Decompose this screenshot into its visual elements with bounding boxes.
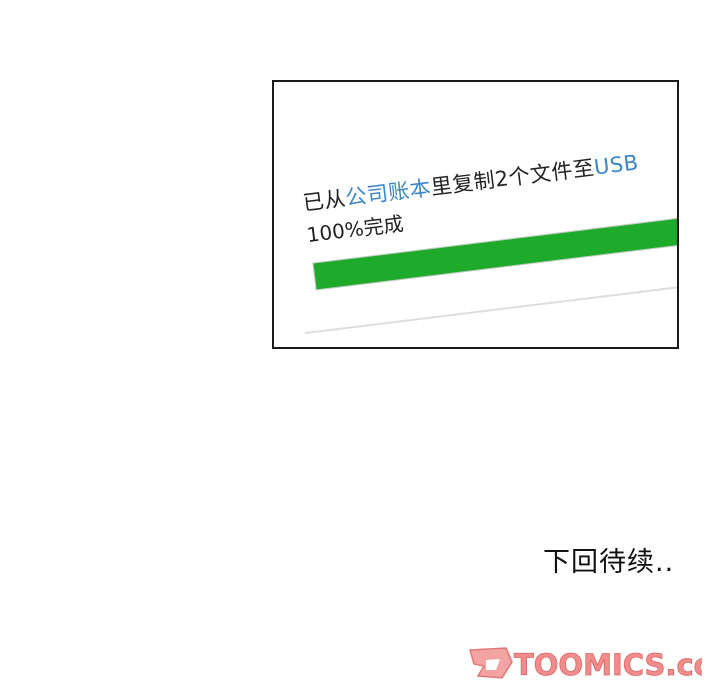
destination-link[interactable]: USB bbox=[593, 150, 640, 179]
watermark-brand-text: TOOMICS.com bbox=[514, 648, 702, 682]
to-be-continued-text: 下回待续.. bbox=[543, 547, 675, 578]
copy-status-message: 已从公司账本里复制2个文件至USB bbox=[301, 146, 640, 217]
source-link[interactable]: 公司账本 bbox=[344, 176, 432, 210]
comic-panel: 已从公司账本里复制2个文件至USB 100%完成 bbox=[272, 80, 679, 349]
toomics-logo-icon: TOOMICS.com bbox=[469, 647, 702, 682]
message-middle: 里复制2个文件至 bbox=[429, 155, 596, 200]
message-prefix: 已从 bbox=[301, 186, 348, 216]
copy-progress-dialog: 已从公司账本里复制2个文件至USB 100%完成 bbox=[274, 82, 677, 347]
